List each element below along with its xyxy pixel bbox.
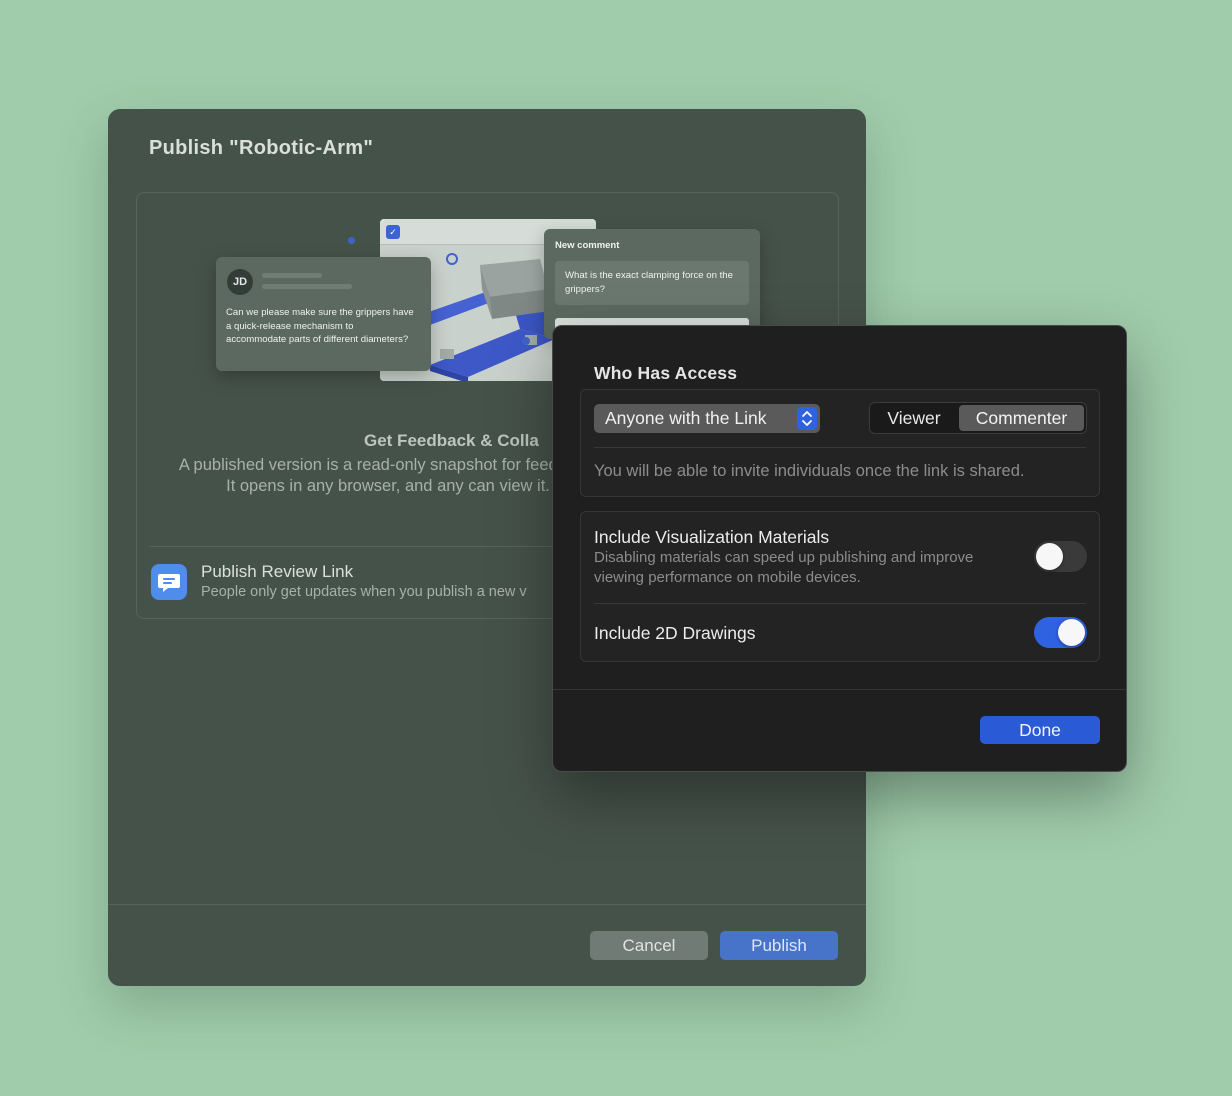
footer-divider xyxy=(108,904,866,905)
invite-note: You will be able to invite individuals o… xyxy=(594,462,1025,480)
role-commenter[interactable]: Commenter xyxy=(959,405,1084,431)
app-logo-icon: ✓ xyxy=(386,225,400,239)
comment-text: Can we please make sure the grippers hav… xyxy=(226,307,414,345)
divider xyxy=(149,546,569,547)
done-button[interactable]: Done xyxy=(980,716,1100,744)
review-link-title: Publish Review Link xyxy=(201,562,354,581)
new-comment-header: New comment xyxy=(555,240,620,251)
toggle-knob xyxy=(1058,619,1085,646)
options-panel: Include Visualization Materials Disablin… xyxy=(580,511,1100,662)
feature-title: Get Feedback & Colla xyxy=(364,431,539,450)
footer-divider xyxy=(553,689,1126,690)
speech-bubble-icon xyxy=(151,564,187,600)
feature-description: A published version is a read-only snaps… xyxy=(178,456,598,495)
divider xyxy=(594,447,1086,448)
chevron-updown-icon xyxy=(797,407,817,430)
link-scope-value: Anyone with the Link xyxy=(605,408,767,428)
decorative-dot xyxy=(348,237,355,244)
dialog-title: Publish "Robotic-Arm" xyxy=(149,137,374,159)
publish-button[interactable]: Publish xyxy=(720,931,838,960)
visualization-option-description: Disabling materials can speed up publish… xyxy=(594,549,974,586)
avatar: JD xyxy=(227,269,253,295)
drawings-toggle[interactable] xyxy=(1034,617,1087,648)
redacted-name xyxy=(262,273,322,278)
access-title: Who Has Access xyxy=(594,363,738,383)
access-sheet: Who Has Access Anyone with the Link View… xyxy=(552,325,1127,772)
new-comment-card: New comment What is the exact clamping f… xyxy=(544,229,760,339)
cancel-button[interactable]: Cancel xyxy=(590,931,708,960)
role-viewer[interactable]: Viewer xyxy=(870,403,958,433)
link-scope-select[interactable]: Anyone with the Link xyxy=(594,404,820,433)
access-panel: Anyone with the Link Viewer Commenter Yo… xyxy=(580,389,1100,497)
role-segmented-control: Viewer Commenter xyxy=(869,402,1087,434)
drawings-option-title: Include 2D Drawings xyxy=(594,623,756,643)
redacted-meta xyxy=(262,284,352,289)
visualization-option-title: Include Visualization Materials xyxy=(594,527,830,547)
toggle-knob xyxy=(1036,543,1063,570)
divider xyxy=(594,603,1086,604)
comment-card: JD Can we please make sure the grippers … xyxy=(216,257,431,371)
new-comment-bubble: What is the exact clamping force on the … xyxy=(555,261,749,305)
review-link-subtitle: People only get updates when you publish… xyxy=(201,584,527,600)
visualization-toggle[interactable] xyxy=(1034,541,1087,572)
